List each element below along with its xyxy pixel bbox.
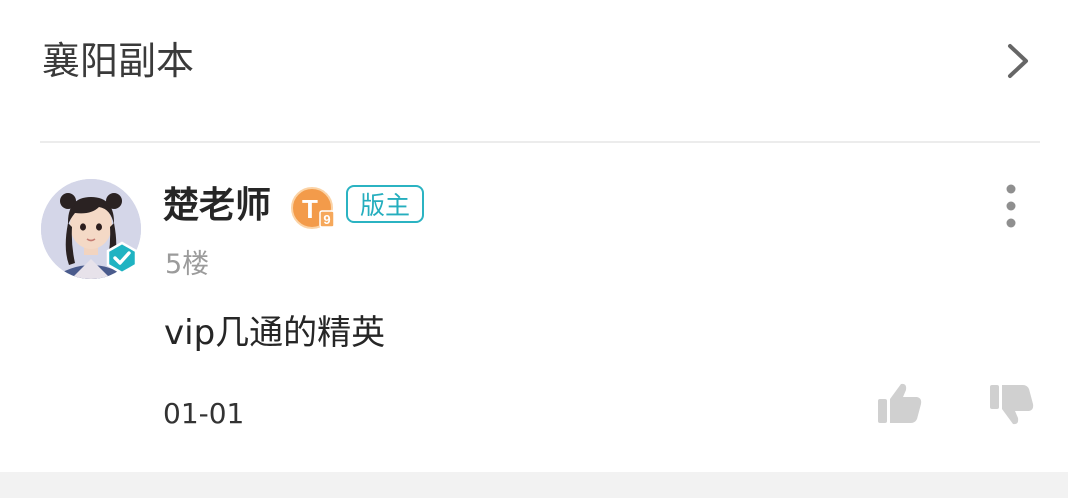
section-separator xyxy=(0,472,1068,498)
level-badge-sparkle: ✦ xyxy=(324,187,333,199)
level-badge-number: 9 xyxy=(323,212,330,227)
verified-check-icon xyxy=(106,241,138,275)
thumbs-down-icon[interactable] xyxy=(986,381,1036,431)
thumbs-up-icon[interactable] xyxy=(874,379,924,429)
post-item: 楚老师 T 9 ✦ 版主 5楼 vip几通的精英 01-01 xyxy=(0,143,1068,471)
username[interactable]: 楚老师 xyxy=(163,183,271,229)
topic-header[interactable]: 襄阳副本 xyxy=(0,0,1068,126)
more-vertical-icon[interactable] xyxy=(1001,183,1021,229)
level-badge-icon: T 9 ✦ xyxy=(291,187,335,229)
level-badge-letter: T xyxy=(302,194,318,224)
chevron-right-icon[interactable] xyxy=(1002,40,1034,82)
post-content: vip几通的精英 xyxy=(164,313,386,353)
topic-title: 襄阳副本 xyxy=(42,39,195,83)
role-badge: 版主 xyxy=(346,185,425,223)
post-date: 01-01 xyxy=(163,397,245,430)
floor-number: 5楼 xyxy=(165,249,210,280)
